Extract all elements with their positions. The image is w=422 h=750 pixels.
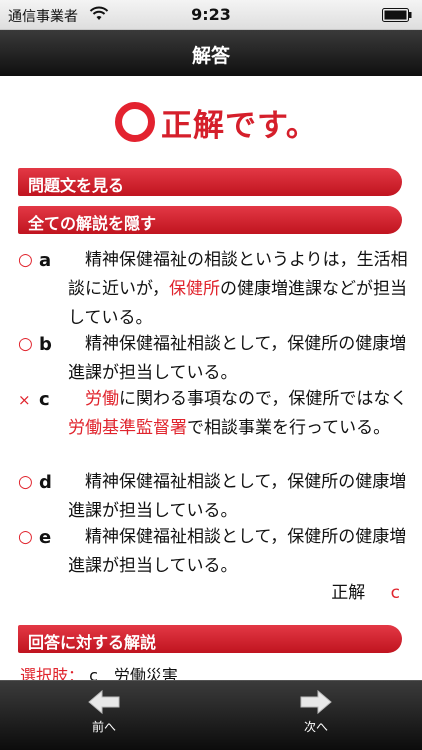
- page-title: 解答: [191, 45, 230, 67]
- choice-description: 精神保健福祉相談として，保健所の健康増進課が担当している。: [68, 334, 407, 383]
- choice-letter: d: [39, 472, 52, 493]
- choice-letter: b: [39, 334, 52, 355]
- choice-b: ○ b 精神保健福祉相談として，保健所の健康増進課が担当している。: [18, 330, 408, 388]
- correct-circle-icon: [115, 102, 155, 142]
- choice-letter: c: [39, 389, 50, 410]
- next-label: 次へ: [303, 720, 328, 734]
- prev-button[interactable]: 前へ: [69, 689, 139, 745]
- prev-label: 前へ: [91, 720, 116, 734]
- arrow-left-icon: [88, 689, 120, 715]
- hide-explanations-button[interactable]: 全ての解説を隠す: [18, 206, 402, 234]
- circle-mark-icon: ○: [18, 527, 33, 547]
- circle-mark-icon: ○: [18, 334, 33, 354]
- next-button[interactable]: 次へ: [281, 689, 351, 745]
- choice-description: 労働に関わる事項なので，保健所ではなく労働基準監督署で相談事業を行っている。: [68, 389, 408, 438]
- choice-a: ○ a 精神保健福祉の相談というよりは，生活相談に近いが，保健所の健康増進課など…: [18, 246, 408, 333]
- choice-c: × c 労働に関わる事項なので，保健所ではなく労働基準監督署で相談事業を行ってい…: [18, 385, 408, 472]
- correct-answer: 正解 c: [331, 578, 400, 603]
- choice-description: 精神保健福祉相談として，保健所の健康増進課が担当している。: [68, 472, 407, 521]
- result-text: 正解です。: [161, 108, 318, 144]
- choice-letter: a: [39, 250, 52, 271]
- show-question-button[interactable]: 問題文を見る: [18, 168, 402, 196]
- status-bar: 通信事業者 9:23: [0, 0, 422, 30]
- nav-bar: 解答: [0, 30, 422, 76]
- circle-mark-icon: ○: [18, 472, 33, 492]
- correct-answer-label: 正解: [331, 583, 366, 603]
- choice-description: 精神保健福祉の相談というよりは，生活相談に近いが，保健所の健康増進課などが担当し…: [68, 250, 408, 328]
- choice-e: ○ e 精神保健福祉相談として，保健所の健康増進課が担当している。: [18, 523, 408, 581]
- choice-letter: e: [39, 527, 52, 548]
- arrow-right-icon: [300, 689, 332, 715]
- bottom-toolbar: 前へ 次へ: [0, 680, 422, 750]
- correct-answer-value: c: [390, 583, 400, 603]
- circle-mark-icon: ○: [18, 250, 33, 270]
- choice-d: ○ d 精神保健福祉相談として，保健所の健康増進課が担当している。: [18, 468, 408, 526]
- choice-description: 精神保健福祉相談として，保健所の健康増進課が担当している。: [68, 527, 407, 576]
- battery-icon: [382, 8, 412, 22]
- cross-mark-icon: ×: [18, 391, 31, 409]
- status-time: 9:23: [191, 5, 231, 24]
- answer-explanation-header[interactable]: 回答に対する解説: [18, 625, 402, 653]
